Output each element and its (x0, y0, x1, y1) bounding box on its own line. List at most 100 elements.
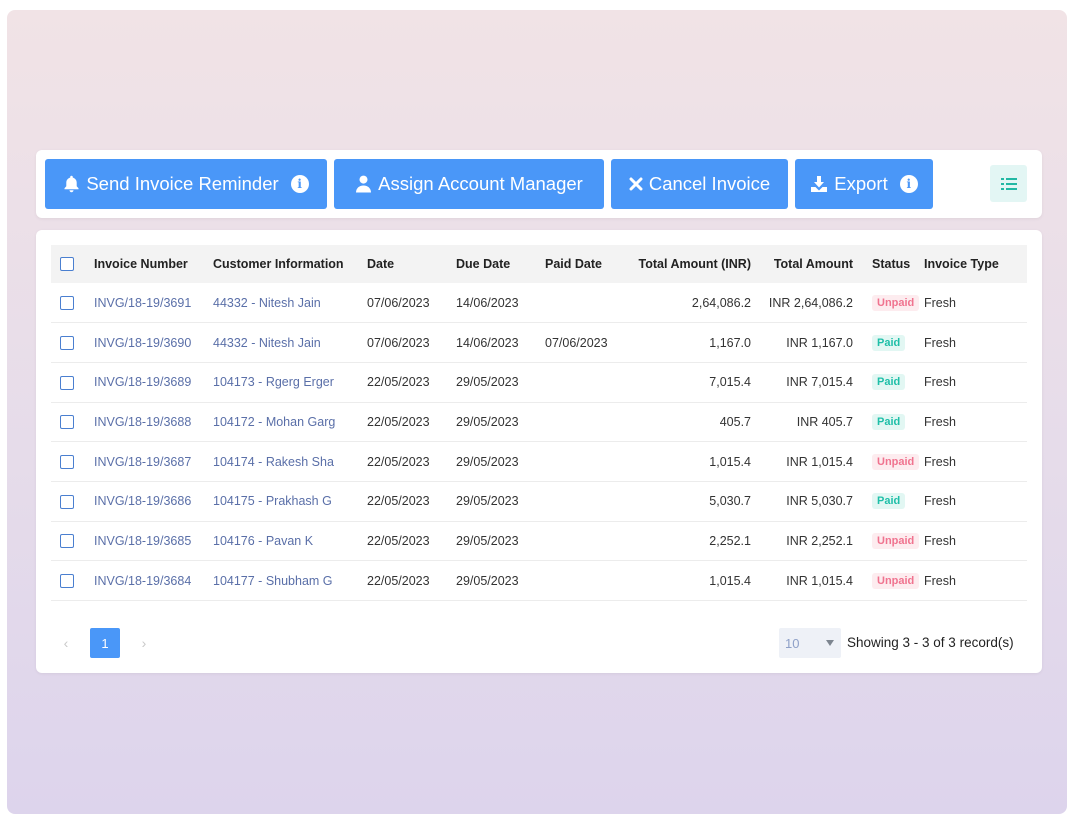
assign-account-manager-label: Assign Account Manager (378, 173, 583, 194)
total-amount: INR 1,015.4 (786, 454, 853, 469)
row-select-cell (51, 323, 94, 363)
total-amount-inr: 1,015.4 (709, 573, 751, 588)
customer-link[interactable]: 104176 - Pavan K (213, 534, 313, 548)
row-select-cell (51, 402, 94, 442)
invoice-date: 22/05/2023 (367, 494, 430, 509)
header-paid-date[interactable]: Paid Date (545, 245, 634, 283)
header-status[interactable]: Status (853, 245, 924, 283)
paid-date (545, 521, 634, 561)
invoice-table-body: INVG/18-19/3691 44332 - Nitesh Jain 07/06/… (51, 283, 1027, 601)
select-all-cell (51, 245, 94, 283)
send-invoice-reminder-button[interactable]: Send Invoice Reminder i (45, 159, 327, 209)
page-size-select[interactable]: 10 (779, 628, 841, 658)
export-button[interactable]: Export i (795, 159, 933, 209)
customer-link[interactable]: 44332 - Nitesh Jain (213, 296, 321, 310)
next-page-button[interactable]: › (129, 628, 159, 658)
total-amount-inr: 2,64,086.2 (691, 295, 751, 310)
invoice-number-link[interactable]: INVG/18-19/3689 (94, 375, 191, 389)
header-customer-information[interactable]: Customer Information (213, 245, 367, 283)
total-amount: INR 2,252.1 (786, 533, 853, 548)
row-checkbox[interactable] (60, 295, 74, 310)
previous-page-button[interactable]: ‹ (51, 628, 81, 658)
due-date: 29/05/2023 (456, 573, 519, 588)
header-total-amount[interactable]: Total Amount (751, 245, 853, 283)
total-amount-inr: 2,252.1 (709, 533, 751, 548)
info-icon[interactable]: i (290, 175, 309, 193)
row-checkbox[interactable] (60, 454, 74, 469)
row-checkbox[interactable] (60, 335, 74, 350)
header-invoice-type[interactable]: Invoice Type (924, 245, 1027, 283)
due-date: 14/06/2023 (456, 295, 519, 310)
customer-link[interactable]: 104173 - Rgerg Erger (213, 375, 334, 389)
status-badge: Paid (872, 413, 906, 430)
customer-link[interactable]: 104177 - Shubham G (213, 574, 333, 588)
status-badge: Paid (872, 334, 906, 351)
invoice-number-link[interactable]: INVG/18-19/3688 (94, 415, 191, 429)
paid-date (545, 561, 634, 601)
header-due-date[interactable]: Due Date (456, 245, 545, 283)
cancel-invoice-button[interactable]: Cancel Invoice (611, 159, 788, 209)
invoice-number-link[interactable]: INVG/18-19/3684 (94, 574, 191, 588)
row-checkbox[interactable] (60, 574, 74, 588)
invoice-date: 07/06/2023 (367, 295, 430, 310)
customer-link[interactable]: 104174 - Rakesh Sha (213, 455, 334, 469)
table-row: INVG/18-19/3688 104172 - Mohan Garg 22/05/… (51, 402, 1027, 442)
row-checkbox[interactable] (60, 534, 74, 549)
paid-date (545, 362, 634, 402)
row-checkbox[interactable] (60, 494, 74, 509)
page-number-button[interactable]: 1 (90, 628, 120, 658)
invoice-type: Fresh (924, 375, 956, 390)
invoice-type: Fresh (924, 335, 956, 350)
invoice-number-link[interactable]: INVG/18-19/3685 (94, 534, 191, 548)
customer-link[interactable]: 104172 - Mohan Garg (213, 415, 335, 429)
invoice-number-link[interactable]: INVG/18-19/3691 (94, 296, 191, 310)
records-summary: Showing 3 - 3 of 3 record(s) (847, 635, 1014, 650)
assign-account-manager-button[interactable]: Assign Account Manager (334, 159, 604, 209)
column-list-toggle-button[interactable] (990, 165, 1027, 202)
row-select-cell (51, 481, 94, 521)
page-size-value: 10 (785, 635, 800, 651)
paid-date (545, 442, 634, 482)
invoice-date: 22/05/2023 (367, 454, 430, 469)
invoice-number-link[interactable]: INVG/18-19/3687 (94, 455, 191, 469)
due-date: 14/06/2023 (456, 335, 519, 350)
customer-link[interactable]: 104175 - Prakhash G (213, 494, 332, 508)
header-invoice-number[interactable]: Invoice Number (94, 245, 213, 283)
info-icon[interactable]: i (899, 175, 918, 193)
select-all-checkbox[interactable] (60, 257, 74, 272)
invoice-number-link[interactable]: INVG/18-19/3690 (94, 336, 191, 350)
total-amount: INR 2,64,086.2 (768, 295, 853, 310)
bell-icon (64, 175, 79, 193)
due-date: 29/05/2023 (456, 533, 519, 548)
row-checkbox[interactable] (60, 375, 74, 390)
invoice-type: Fresh (924, 494, 956, 509)
paid-date: 07/06/2023 (545, 335, 608, 350)
invoice-number-link[interactable]: INVG/18-19/3686 (94, 494, 191, 508)
status-badge: Unpaid (872, 294, 920, 311)
header-total-amount-inr[interactable]: Total Amount (INR) (634, 245, 751, 283)
paid-date (545, 283, 634, 323)
chevron-down-icon (826, 640, 834, 646)
total-amount: INR 405.7 (796, 414, 853, 429)
invoice-date: 22/05/2023 (367, 375, 430, 390)
total-amount: INR 1,015.4 (786, 573, 853, 588)
invoice-table: Invoice Number Customer Information Date… (51, 245, 1027, 601)
cancel-invoice-label: Cancel Invoice (648, 173, 771, 194)
row-checkbox[interactable] (60, 415, 74, 430)
invoice-table-card: Invoice Number Customer Information Date… (36, 230, 1042, 673)
table-row: INVG/18-19/3686 104175 - Prakhash G 22/05/… (51, 481, 1027, 522)
total-amount: INR 1,167.0 (786, 335, 853, 350)
header-date[interactable]: Date (367, 245, 456, 283)
row-select-cell (51, 362, 94, 402)
due-date: 29/05/2023 (456, 414, 519, 429)
invoice-type: Fresh (924, 295, 956, 310)
customer-link[interactable]: 44332 - Nitesh Jain (213, 336, 321, 350)
status-badge: Unpaid (872, 532, 920, 549)
table-row: INVG/18-19/3685 104176 - Pavan K 22/05/202… (51, 521, 1027, 561)
table-row: INVG/18-19/3687 104174 - Rakesh Sha 22/05/… (51, 442, 1027, 482)
user-icon (356, 175, 372, 193)
total-amount: INR 7,015.4 (786, 375, 853, 390)
row-select-cell (51, 283, 94, 323)
paid-date (545, 402, 634, 442)
total-amount-inr: 1,015.4 (709, 454, 751, 469)
